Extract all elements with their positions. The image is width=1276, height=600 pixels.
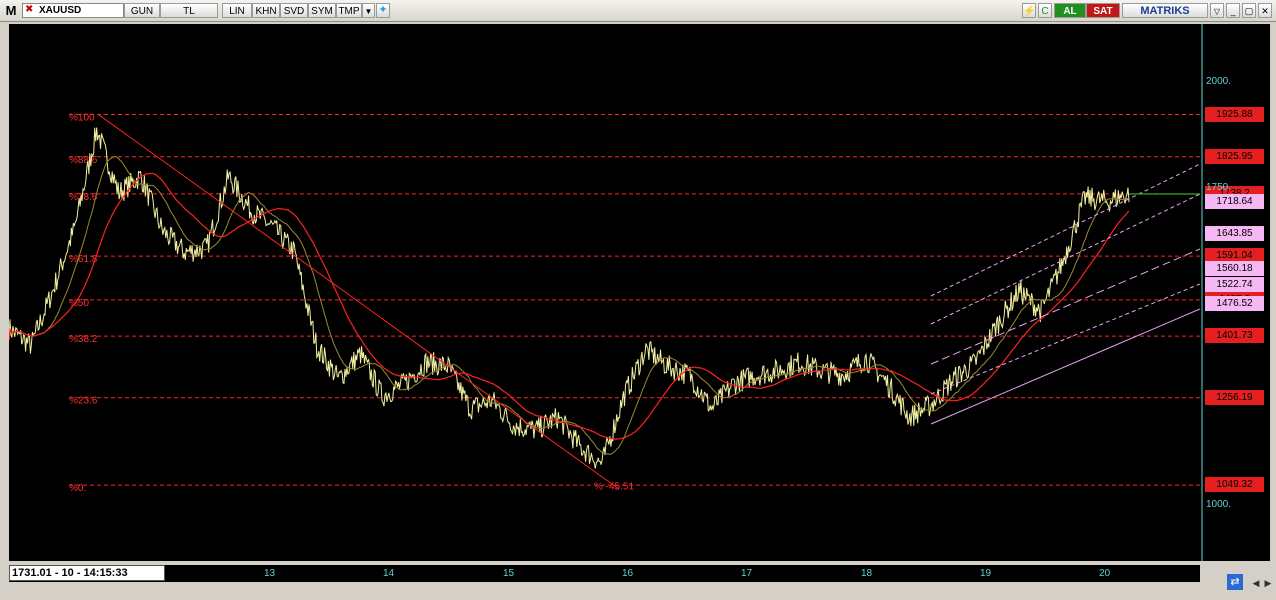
- twitter-icon[interactable]: ✦: [376, 3, 390, 18]
- channel-price-tag: 1643.85: [1205, 225, 1264, 241]
- slow-ma-line: [8, 172, 1130, 440]
- time-label: 19: [980, 568, 992, 579]
- channel-price-tag: 1476.52: [1205, 296, 1264, 312]
- fib-price-tag: 1256.19: [1205, 389, 1264, 405]
- matriks-brand: MATRIKS: [1122, 3, 1208, 18]
- price-tick-label: 2000.: [1206, 76, 1232, 88]
- fib-annotation: % -45.51: [594, 481, 634, 492]
- cursor-readout: 1731.01 - 10 - 14:15:33: [9, 565, 165, 581]
- fib-label: %100: [69, 113, 95, 124]
- price-line: [8, 127, 1130, 469]
- channel-line: [930, 283, 1201, 395]
- toolbar: M XAUUSD ✖ GUN TL LIN KHN SVD SYM TMP ▼ …: [0, 0, 1276, 22]
- price-tick-label: 1750.: [1206, 181, 1232, 193]
- time-label: 16: [622, 568, 634, 579]
- minimize-icon[interactable]: _: [1226, 3, 1240, 18]
- period-gun-button[interactable]: GUN: [124, 3, 160, 18]
- bolt-icon[interactable]: ⚡: [1022, 3, 1036, 18]
- buy-button[interactable]: AL: [1054, 3, 1086, 18]
- scroll-left-icon[interactable]: ◀: [1250, 578, 1262, 590]
- channel-line: [930, 163, 1201, 297]
- sync-icon[interactable]: ⇄: [1227, 574, 1243, 590]
- sell-button[interactable]: SAT: [1086, 3, 1120, 18]
- dropdown-icon[interactable]: ▽: [1210, 3, 1224, 18]
- channel-price-tag: 1522.74: [1205, 276, 1264, 292]
- channel-price-tag: 1560.18: [1205, 261, 1264, 277]
- fib-label: %0.: [69, 483, 86, 494]
- channel-line: [930, 308, 1201, 425]
- fib-price-tag: 1825.95: [1205, 148, 1264, 164]
- fib-label: %23.6: [69, 396, 98, 407]
- channel-line: [930, 248, 1201, 365]
- fib-price-tag: 1049.32: [1205, 477, 1264, 493]
- time-label: 20: [1099, 568, 1111, 579]
- symbol-x-icon: ✖: [25, 4, 34, 15]
- scale-lin-button[interactable]: LIN: [222, 3, 252, 18]
- chevron-down-icon[interactable]: ▼: [362, 3, 375, 18]
- trend-line: [98, 114, 620, 490]
- refresh-icon[interactable]: C: [1038, 3, 1052, 18]
- fib-price-tag: 1925.88: [1205, 106, 1264, 122]
- scroll-right-icon[interactable]: ▶: [1262, 578, 1274, 590]
- svd-button[interactable]: SVD: [280, 3, 308, 18]
- khn-button[interactable]: KHN: [252, 3, 280, 18]
- fib-price-tag: 1401.73: [1205, 328, 1264, 344]
- symbol-input[interactable]: XAUUSD: [22, 3, 124, 18]
- time-label: 13: [264, 568, 276, 579]
- fib-label: %78.6: [69, 192, 98, 203]
- sym-button[interactable]: SYM: [308, 3, 336, 18]
- price-tick-label: 1000.: [1206, 499, 1232, 511]
- channel-line: [930, 193, 1201, 325]
- chart-svg: %100%88.6%78.6%61.8%50%38.2%23.6%0.% -45…: [8, 113, 1201, 494]
- price-chart[interactable]: %100 %88.6 %78.6 %61.8 %50 %38.2 %23.6 %0.% -45…: [8, 24, 1201, 561]
- fib-label: %38.2: [69, 334, 98, 345]
- time-label: 17: [741, 568, 753, 579]
- close-icon[interactable]: ✕: [1258, 3, 1272, 18]
- time-label: 15: [503, 568, 515, 579]
- currency-tl-button[interactable]: TL: [160, 3, 218, 18]
- time-axis: [9, 565, 1200, 582]
- time-label: 18: [861, 568, 873, 579]
- fib-label: %88.6: [69, 155, 98, 166]
- matriks-logo[interactable]: M: [3, 2, 19, 19]
- tmp-button[interactable]: TMP: [336, 3, 362, 18]
- maximize-icon[interactable]: ▢: [1242, 3, 1256, 18]
- time-label: 14: [383, 568, 395, 579]
- channel-price-tag: 1718.64: [1205, 194, 1264, 210]
